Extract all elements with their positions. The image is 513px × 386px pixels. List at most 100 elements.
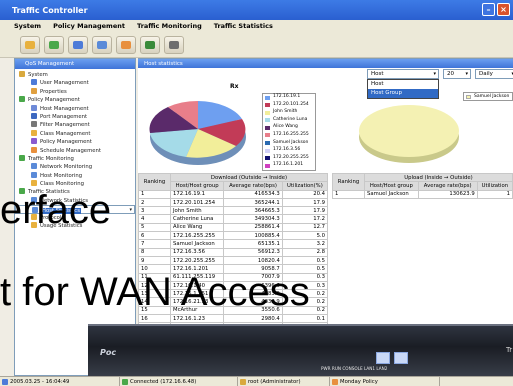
- table-cell: 100885.4: [223, 231, 283, 241]
- menu-system[interactable]: System: [14, 22, 41, 32]
- table-cell: 364665.3: [223, 206, 283, 216]
- tree-item-label: Network Monitoring: [40, 164, 93, 171]
- column-header[interactable]: Utilization(%): [281, 181, 329, 191]
- type-select[interactable]: Host: [367, 69, 439, 79]
- table-cell: 258861.4: [223, 222, 283, 233]
- table-row[interactable]: 3 John Smith 364665.3 17.9: [138, 206, 329, 216]
- tree-item[interactable]: User Management: [15, 79, 135, 87]
- table-row[interactable]: 7 Samuel Jackson 65135.1 3.2: [138, 239, 329, 249]
- legend-swatch: [265, 118, 270, 123]
- chart-controls: Host 20 Daily: [367, 69, 513, 79]
- table-row[interactable]: 1 Samuel Jackson 130623.9 1: [332, 189, 513, 199]
- tree-item[interactable]: Network Monitoring: [15, 163, 135, 171]
- status-item: Monday Policy: [330, 377, 440, 386]
- tree-item-label: Properties: [40, 88, 67, 95]
- status-item: Connected (172.16.6.48): [120, 377, 238, 386]
- chart-icon[interactable]: [92, 36, 112, 54]
- table-cell: 1: [138, 189, 171, 199]
- table-cell: 9: [138, 255, 171, 266]
- policy-icon: [332, 379, 338, 385]
- status-item: 2005.03.25 - 16:04:49: [0, 377, 120, 386]
- column-header[interactable]: Ranking: [138, 173, 171, 191]
- status-item: root (Administrator): [238, 377, 330, 386]
- tree-item[interactable]: Policy Management: [15, 96, 135, 104]
- device-led-label: PWR RUN CONSOLE LAN1 LAN2: [321, 366, 388, 371]
- column-header[interactable]: Average rate(bps): [417, 181, 478, 191]
- tree-item[interactable]: Filter Management: [15, 121, 135, 129]
- tree-item-label: Filter Management: [40, 122, 90, 129]
- class-icon: [31, 129, 37, 136]
- toolbar: [0, 32, 513, 58]
- statistics-icon[interactable]: [140, 36, 160, 54]
- policy-icon[interactable]: [44, 36, 64, 54]
- tree-item-label: Policy Management: [40, 139, 92, 146]
- report-icon[interactable]: [164, 36, 184, 54]
- gear-icon: [19, 71, 25, 77]
- period-select[interactable]: Daily: [475, 69, 513, 79]
- tree-item[interactable]: Host Management: [15, 104, 135, 113]
- table-row[interactable]: 6 172.16.255.255 100885.4 5.0: [138, 231, 329, 241]
- menu-policy-management[interactable]: Policy Management: [53, 22, 125, 32]
- table-cell: 172.20.255.255: [169, 255, 225, 266]
- tree-item[interactable]: Host Monitoring: [15, 171, 135, 180]
- user-icon: [31, 79, 37, 86]
- search-icon[interactable]: [68, 36, 88, 54]
- tx-legend-label: Samuel Jackson: [474, 94, 510, 99]
- tree-item[interactable]: Traffic Monitoring: [15, 154, 135, 163]
- window-titlebar: Traffic Controller – ×: [0, 0, 513, 20]
- column-header[interactable]: Ranking: [332, 173, 365, 191]
- table-row[interactable]: 16 172.16.1.23 2980.4 0.1: [138, 314, 329, 324]
- tree-item[interactable]: Schedule Management: [15, 146, 135, 155]
- table-cell: 0.5: [281, 255, 329, 266]
- dropdown-option-host[interactable]: Host: [368, 80, 438, 89]
- policy-icon: [31, 138, 37, 145]
- tree-item[interactable]: Port Management: [15, 112, 135, 121]
- column-header[interactable]: Utilization: [476, 181, 513, 191]
- table-cell: 56912.3: [223, 247, 283, 257]
- table-row[interactable]: 4 Catherine Luna 349304.3 17.2: [138, 214, 329, 224]
- tree-item-label: Schedule Management: [40, 147, 101, 154]
- tree-item[interactable]: Properties: [15, 87, 135, 96]
- table-row[interactable]: 1 172.16.19.1 416534.3 20.4: [138, 189, 329, 199]
- column-header[interactable]: Host/Host group: [364, 181, 419, 191]
- host-icon: [31, 171, 37, 178]
- minimize-button[interactable]: –: [482, 3, 495, 16]
- navigation-panel-title: QoS Management: [15, 59, 135, 69]
- table-row[interactable]: 2 172.20.101.254 365244.1 17.9: [138, 197, 329, 208]
- table-cell: 172.16.1.23: [169, 314, 225, 324]
- column-header[interactable]: Average rate(bps): [223, 181, 283, 191]
- table-row[interactable]: 8 172.16.3.56 56912.3 2.8: [138, 247, 329, 257]
- legend-label: 172.16.255.255: [273, 131, 309, 137]
- legend-entry: 172.16.255.255: [263, 132, 315, 140]
- legend-label: Samuel Jackson: [273, 139, 309, 145]
- table-cell: 12.7: [281, 222, 329, 233]
- table-cell: 1: [332, 189, 365, 199]
- tree-item-label: Class Management: [40, 130, 91, 137]
- legend-label: 172.20.255.255: [273, 154, 309, 160]
- legend-label: 172.16.19.1: [273, 94, 301, 99]
- legend-entry: 172.16.1.201: [263, 162, 315, 170]
- table-cell: Samuel Jackson: [364, 189, 419, 199]
- monitor-icon[interactable]: [20, 36, 40, 54]
- monitor-icon: [19, 154, 25, 161]
- tree-item[interactable]: System: [15, 71, 135, 79]
- tree-item[interactable]: Policy Management: [15, 138, 135, 146]
- menu-traffic-statistics[interactable]: Traffic Statistics: [214, 22, 273, 32]
- lan-port-icon: [376, 352, 390, 364]
- status-text: Connected (172.16.6.48): [130, 379, 197, 385]
- table-row[interactable]: 9 172.20.255.255 10820.4 0.5: [138, 255, 329, 266]
- column-header[interactable]: Host/Host group: [169, 181, 225, 191]
- tree-item[interactable]: Class Management: [15, 129, 135, 138]
- count-select[interactable]: 20: [443, 69, 471, 79]
- table-row[interactable]: 5 Alice Wang 258861.4 12.7: [138, 222, 329, 233]
- legend-label: John Smith: [273, 109, 298, 115]
- overlay-text-line1: erface: [0, 188, 112, 232]
- table-cell: 3: [138, 206, 171, 216]
- policy-icon: [19, 96, 25, 103]
- tx-pie-chart: [359, 105, 459, 163]
- menu-traffic-monitoring[interactable]: Traffic Monitoring: [137, 22, 202, 32]
- close-button[interactable]: ×: [497, 3, 510, 16]
- legend-entry: 172.16.3.56: [263, 147, 315, 155]
- table-cell: 5.0: [281, 231, 329, 241]
- network-icon[interactable]: [116, 36, 136, 54]
